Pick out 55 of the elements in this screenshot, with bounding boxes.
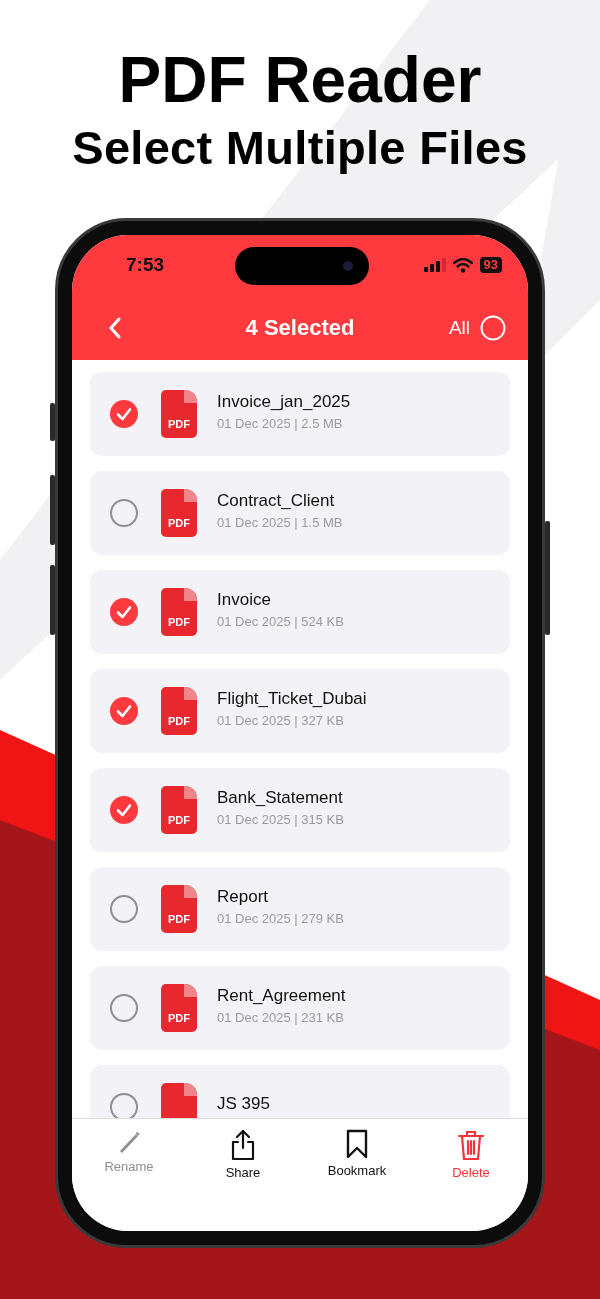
select-all-label[interactable]: All	[448, 316, 470, 339]
toolbar-button[interactable]: Bookmark	[327, 1119, 387, 1189]
checked-checkbox[interactable]	[109, 399, 139, 429]
file-details: 01 Dec 2025 | 231 KB	[217, 1009, 345, 1025]
pdf-file-icon: PDF	[161, 786, 197, 834]
file-name: Bank_Statement	[217, 787, 344, 808]
checked-checkbox[interactable]	[109, 795, 139, 825]
file-name: Flight_Ticket_Dubai	[217, 688, 367, 709]
pdf-file-icon: PDF	[161, 687, 197, 735]
file-details: 01 Dec 2025 | 327 KB	[217, 712, 345, 728]
file-details: 01 Dec 2025 | 524 KB	[217, 613, 344, 629]
signal-icon	[423, 258, 446, 272]
file-name: Invoice	[217, 589, 272, 610]
file-card[interactable]: PDF Flight_Ticket_Dubai 01 Dec 2025 | 327 KB	[90, 669, 510, 753]
file-name: Contract_Client	[217, 490, 336, 511]
file-name: Rent_Agreement	[217, 985, 346, 1006]
bookmark-icon	[346, 1129, 368, 1159]
file-card[interactable]: PDF Rent_Agreement 01 Dec 2025 | 231 KB	[90, 966, 510, 1050]
toolbar-button[interactable]: Share	[225, 1119, 261, 1189]
file-card[interactable]: PDF Invoice_jan_2025 01 Dec 2025 | 2.5 MB	[90, 372, 510, 456]
file-card[interactable]: PDF Report 01 Dec 2025 | 279 KB	[90, 867, 510, 951]
unchecked-checkbox[interactable]	[109, 498, 139, 528]
file-card[interactable]: PDF Invoice 01 Dec 2025 | 524 KB	[90, 570, 510, 654]
pdf-file-icon	[161, 1083, 197, 1118]
file-name: Report	[217, 886, 270, 907]
share-icon	[229, 1129, 257, 1161]
file-card[interactable]: PDF Bank_Statement 01 Dec 2025 | 315 KB	[90, 768, 510, 852]
checked-checkbox[interactable]	[109, 597, 139, 627]
screen-title: 4 Selected	[245, 314, 355, 340]
file-card[interactable]: JS 395	[90, 1065, 510, 1118]
subheadline: Select Multiple Files	[72, 120, 528, 176]
pdf-file-icon: PDF	[161, 489, 197, 537]
file-card[interactable]: PDF Contract_Client 01 Dec 2025 | 1.5 MB	[90, 471, 510, 555]
file-details: 01 Dec 2025 | 315 KB	[217, 811, 344, 827]
pdf-file-icon: PDF	[161, 984, 197, 1032]
file-details: 01 Dec 2025 | 1.5 MB	[217, 514, 343, 530]
file-details: 01 Dec 2025 | 279 KB	[217, 910, 344, 926]
battery-level: 93	[479, 257, 502, 273]
file-name: JS 395	[217, 1094, 270, 1114]
unchecked-checkbox[interactable]	[109, 993, 139, 1023]
unchecked-checkbox[interactable]	[109, 1092, 139, 1118]
back-icon[interactable]	[108, 316, 122, 339]
pdf-file-icon: PDF	[161, 390, 197, 438]
checked-checkbox[interactable]	[109, 696, 139, 726]
trash-icon	[457, 1129, 485, 1161]
status-time: 7:53	[126, 254, 165, 276]
select-all-checkbox[interactable]	[480, 314, 506, 341]
file-details: 01 Dec 2025 | 2.5 MB	[217, 415, 344, 431]
pdf-file-icon: PDF	[161, 885, 197, 933]
toolbar-button[interactable]: Delete	[452, 1119, 490, 1189]
wifi-icon	[452, 257, 473, 273]
unchecked-checkbox[interactable]	[109, 894, 139, 924]
headline: PDF Reader	[118, 43, 482, 118]
file-name: Invoice_jan_2025	[217, 391, 351, 412]
pdf-file-icon: PDF	[161, 588, 197, 636]
